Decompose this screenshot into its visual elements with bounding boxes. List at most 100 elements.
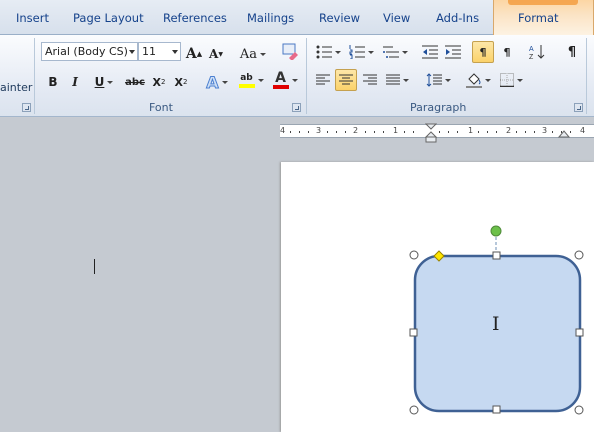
font-size-value: 11 bbox=[142, 45, 156, 58]
text-effects-icon: A bbox=[206, 72, 219, 92]
tab-add-ins[interactable]: Add-Ins bbox=[436, 11, 479, 25]
ribbon-tab-bar: Insert Page Layout References Mailings R… bbox=[0, 0, 594, 36]
ruler-number: 2 bbox=[353, 126, 359, 135]
font-color-button[interactable]: A bbox=[270, 69, 300, 91]
resize-handle-right[interactable] bbox=[575, 328, 584, 337]
clear-formatting-button[interactable] bbox=[280, 40, 300, 62]
font-color-icon: A bbox=[272, 71, 289, 89]
bold-button[interactable]: B bbox=[46, 71, 60, 93]
shading-button[interactable] bbox=[464, 69, 492, 91]
chevron-down-icon[interactable] bbox=[172, 50, 178, 54]
resize-handle-top-left[interactable] bbox=[409, 250, 419, 260]
decrease-indent-icon bbox=[422, 45, 438, 59]
superscript-button[interactable]: X2 bbox=[173, 71, 189, 93]
clipboard-dialog-launcher-icon[interactable] bbox=[22, 103, 31, 112]
italic-icon: I bbox=[72, 75, 78, 89]
pilcrow-icon: ¶ bbox=[567, 44, 577, 60]
tab-page-layout[interactable]: Page Layout bbox=[73, 11, 144, 25]
strikethrough-icon: abc bbox=[125, 76, 145, 88]
multilevel-list-button[interactable] bbox=[380, 41, 410, 63]
clear-formatting-icon bbox=[282, 43, 298, 60]
show-formatting-marks-button[interactable]: ¶ bbox=[562, 41, 582, 63]
paint-bucket-icon bbox=[465, 73, 482, 88]
text-highlight-button[interactable]: ab bbox=[236, 69, 266, 91]
font-size-combo[interactable]: 11 bbox=[138, 42, 181, 61]
italic-button[interactable]: I bbox=[68, 71, 82, 93]
change-case-icon: Aa bbox=[239, 46, 258, 62]
superscript-icon: X bbox=[174, 75, 183, 89]
bullets-icon bbox=[316, 45, 332, 59]
resize-handle-bottom-right[interactable] bbox=[574, 405, 584, 415]
ruler-number: 3 bbox=[542, 126, 548, 135]
borders-icon bbox=[499, 73, 514, 87]
strikethrough-button[interactable]: abc bbox=[125, 71, 145, 93]
rtl-text-direction-button[interactable]: ¶ bbox=[497, 41, 517, 63]
decrease-indent-button[interactable] bbox=[420, 41, 440, 63]
group-separator bbox=[586, 38, 587, 114]
resize-handle-top[interactable] bbox=[492, 251, 501, 260]
paragraph-dialog-launcher-icon[interactable] bbox=[574, 103, 583, 112]
subscript-icon-mark: 2 bbox=[161, 78, 166, 86]
chevron-down-icon bbox=[260, 52, 267, 56]
numbering-button[interactable] bbox=[346, 41, 376, 63]
indent-marker-icon[interactable] bbox=[425, 123, 437, 143]
svg-text:A: A bbox=[529, 46, 534, 53]
tab-view[interactable]: View bbox=[383, 11, 410, 25]
shrink-font-button[interactable]: A ▼ bbox=[207, 43, 225, 65]
grow-font-button[interactable]: A ▲ bbox=[185, 43, 203, 65]
underline-button[interactable]: U bbox=[91, 71, 117, 93]
highlighter-icon: ab bbox=[238, 73, 255, 88]
tab-format-label: Format bbox=[518, 11, 559, 25]
font-dialog-launcher-icon[interactable] bbox=[292, 103, 301, 112]
resize-handle-bottom[interactable] bbox=[492, 405, 501, 414]
align-center-icon bbox=[339, 74, 353, 85]
font-name-combo[interactable]: Arial (Body CS) bbox=[41, 42, 138, 61]
paragraph-group-label: Paragraph bbox=[410, 101, 467, 114]
resize-handle-left[interactable] bbox=[409, 328, 418, 337]
tab-mailings[interactable]: Mailings bbox=[247, 11, 294, 25]
ruler-number: 1 bbox=[468, 126, 474, 135]
ruler-number: 4 bbox=[580, 126, 586, 135]
ruler-number: 4 bbox=[280, 126, 286, 135]
borders-button[interactable] bbox=[497, 69, 525, 91]
subscript-button[interactable]: X2 bbox=[151, 71, 167, 93]
resize-handle-top-right[interactable] bbox=[574, 250, 584, 260]
align-right-button[interactable] bbox=[360, 69, 380, 91]
svg-text:Z: Z bbox=[529, 54, 534, 60]
bullets-button[interactable] bbox=[313, 41, 343, 63]
chevron-down-icon bbox=[221, 80, 228, 84]
chevron-down-icon bbox=[402, 78, 409, 82]
ltr-text-direction-button[interactable]: ¶ bbox=[472, 41, 494, 63]
bold-icon: B bbox=[48, 75, 58, 89]
ruler-number: 3 bbox=[316, 126, 322, 135]
right-indent-marker-icon[interactable] bbox=[558, 126, 570, 138]
tab-insert[interactable]: Insert bbox=[16, 11, 49, 25]
change-case-button[interactable]: Aa bbox=[238, 43, 268, 65]
font-name-value: Arial (Body CS) bbox=[45, 45, 128, 58]
resize-handle-bottom-left[interactable] bbox=[409, 405, 419, 415]
chevron-down-icon bbox=[257, 78, 264, 82]
tab-review[interactable]: Review bbox=[319, 11, 360, 25]
text-effects-button[interactable]: A bbox=[203, 71, 231, 93]
line-spacing-button[interactable] bbox=[424, 69, 452, 91]
rtl-paragraph-icon: ¶ bbox=[503, 45, 511, 59]
chevron-down-icon[interactable] bbox=[129, 50, 135, 54]
chevron-down-icon bbox=[516, 78, 523, 82]
grow-font-icon: A bbox=[185, 46, 197, 62]
increase-indent-button[interactable] bbox=[443, 41, 463, 63]
tab-format[interactable]: Format bbox=[493, 0, 594, 36]
chevron-down-icon bbox=[444, 78, 451, 82]
format-painter-button[interactable]: ainter bbox=[0, 81, 32, 94]
superscript-icon-mark: 2 bbox=[183, 78, 188, 86]
align-left-button[interactable] bbox=[313, 69, 333, 91]
justify-icon bbox=[385, 74, 400, 85]
align-center-button[interactable] bbox=[335, 69, 357, 91]
justify-button[interactable] bbox=[384, 69, 410, 91]
horizontal-ruler[interactable]: 4 3 2 1 1 2 3 4 bbox=[280, 123, 594, 143]
tab-references[interactable]: References bbox=[163, 11, 227, 25]
chevron-down-icon bbox=[401, 50, 408, 54]
ruler-number: 1 bbox=[393, 126, 399, 135]
align-left-icon bbox=[316, 74, 330, 85]
rotation-handle[interactable] bbox=[490, 225, 502, 237]
sort-button[interactable]: AZ bbox=[527, 41, 547, 63]
